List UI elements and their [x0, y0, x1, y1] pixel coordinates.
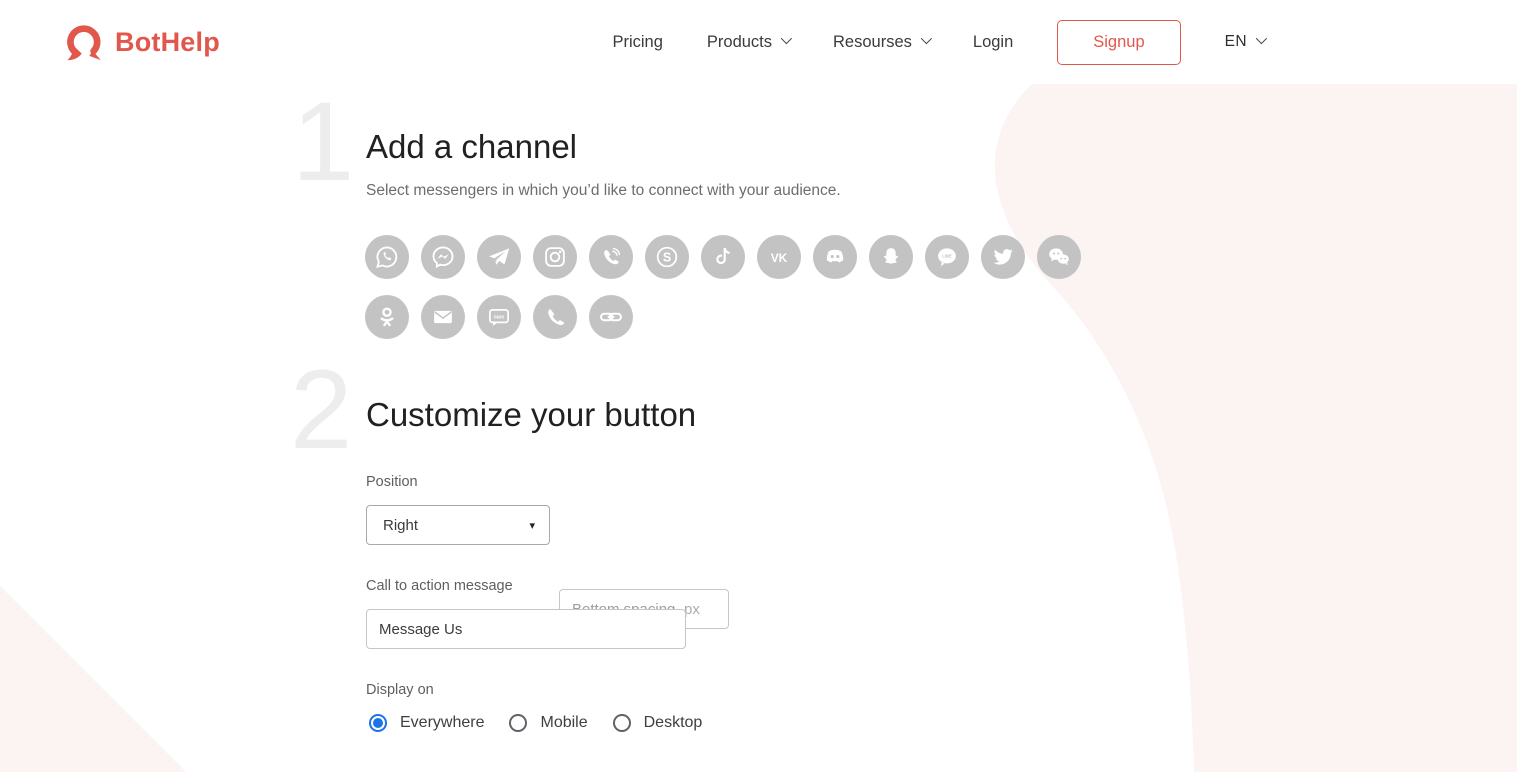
nav-item-products[interactable]: Products — [707, 33, 789, 52]
nav-item-pricing[interactable]: Pricing — [612, 33, 662, 52]
select-arrow-icon: ▾ — [529, 519, 535, 532]
position-select-value: Right — [383, 517, 418, 534]
skype-icon[interactable]: S — [645, 235, 689, 279]
cta-message-input[interactable] — [366, 609, 686, 649]
bothelp-logo-icon — [65, 21, 107, 63]
email-icon[interactable] — [421, 295, 465, 339]
channel-icons-row-2: SMS — [365, 295, 633, 339]
position-select[interactable]: Right ▾ — [366, 505, 550, 545]
whatsapp-icon[interactable] — [365, 235, 409, 279]
discord-icon[interactable] — [813, 235, 857, 279]
background-blob — [995, 84, 1517, 772]
svg-text:S: S — [663, 251, 671, 265]
telegram-icon[interactable] — [477, 235, 521, 279]
main-nav: Pricing Products Resourses Login Signup … — [612, 20, 1264, 65]
display-on-label: Display on — [366, 682, 434, 698]
radio-option-label: Everywhere — [400, 714, 484, 732]
wechat-icon[interactable] — [1037, 235, 1081, 279]
instagram-icon[interactable] — [533, 235, 577, 279]
nav-item-resourses[interactable]: Resourses — [833, 33, 929, 52]
position-label: Position — [366, 474, 418, 490]
cta-label: Call to action message — [366, 578, 513, 594]
svg-text:VK: VK — [771, 251, 788, 265]
sms-icon[interactable]: SMS — [477, 295, 521, 339]
radio-unselected-icon[interactable] — [613, 714, 631, 732]
background-triangle — [0, 586, 186, 772]
step2-number: 2 — [290, 354, 352, 466]
chevron-down-icon — [781, 33, 792, 44]
snapchat-icon[interactable] — [869, 235, 913, 279]
messenger-icon[interactable] — [421, 235, 465, 279]
svg-text:LINE: LINE — [942, 254, 952, 259]
odnoklassniki-icon[interactable] — [365, 295, 409, 339]
radio-option-label: Mobile — [540, 714, 587, 732]
bottom-spacing-field: px — [559, 589, 1517, 629]
step1-subtitle: Select messengers in which you’d like to… — [366, 182, 841, 200]
channel-icons-row-1: S VK LINE — [365, 235, 1081, 279]
radio-selected-icon[interactable] — [369, 714, 387, 732]
display-on-option-mobile[interactable]: Mobile — [509, 714, 587, 732]
twitter-icon[interactable] — [981, 235, 1025, 279]
chevron-down-icon — [1256, 33, 1267, 44]
display-on-radio-group: Everywhere Mobile Desktop — [369, 714, 702, 732]
viber-icon[interactable] — [589, 235, 633, 279]
step1-title: Add a channel — [366, 128, 577, 166]
vk-icon[interactable]: VK — [757, 235, 801, 279]
radio-option-label: Desktop — [644, 714, 703, 732]
phone-icon[interactable] — [533, 295, 577, 339]
svg-text:SMS: SMS — [494, 314, 505, 320]
chevron-down-icon — [921, 33, 932, 44]
background-decoration — [0, 0, 1517, 772]
nav-item-login[interactable]: Login — [973, 33, 1013, 52]
link-icon[interactable] — [589, 295, 633, 339]
language-selector[interactable]: EN — [1225, 33, 1264, 51]
display-on-option-desktop[interactable]: Desktop — [613, 714, 703, 732]
line-icon[interactable]: LINE — [925, 235, 969, 279]
header: BotHelp Pricing Products Resourses Login… — [0, 0, 1517, 84]
brand-name: BotHelp — [115, 27, 220, 58]
tiktok-icon[interactable] — [701, 235, 745, 279]
radio-unselected-icon[interactable] — [509, 714, 527, 732]
signup-button[interactable]: Signup — [1057, 20, 1180, 65]
display-on-option-everywhere[interactable]: Everywhere — [369, 714, 484, 732]
step1-number: 1 — [292, 86, 354, 198]
step2-title: Customize your button — [366, 396, 696, 434]
bothelp-logo[interactable]: BotHelp — [65, 21, 220, 63]
